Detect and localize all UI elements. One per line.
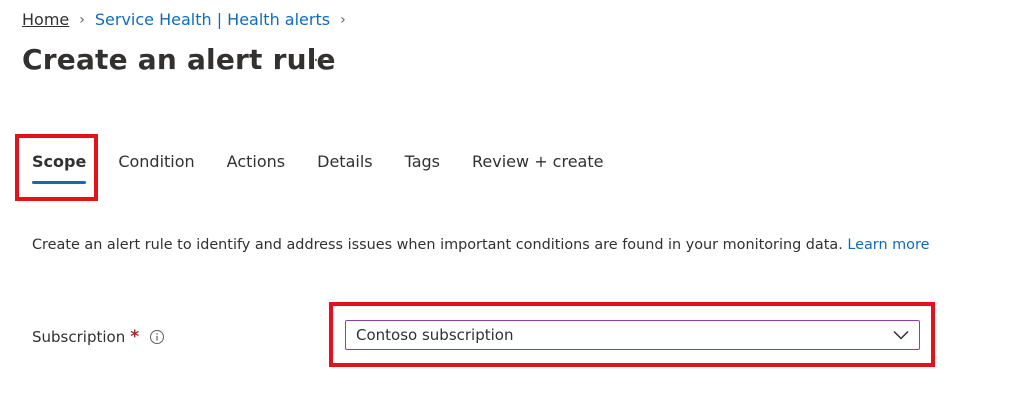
tab-tags[interactable]: Tags [405,152,440,186]
breadcrumb-home-link[interactable]: Home [22,10,69,29]
breadcrumb: Home › Service Health | Health alerts › [22,10,356,29]
chevron-right-icon: › [340,11,346,28]
page-title: Create an alert rule [22,43,336,76]
tab-list: Scope Condition Actions Details Tags Rev… [32,152,635,186]
chevron-right-icon: › [79,11,85,28]
chevron-down-icon [893,330,909,340]
tab-condition[interactable]: Condition [118,152,194,186]
tab-actions[interactable]: Actions [227,152,285,186]
description-body: Create an alert rule to identify and add… [32,237,843,253]
breadcrumb-health-alerts-link[interactable]: Service Health | Health alerts [95,10,330,29]
learn-more-link[interactable]: Learn more [847,237,929,253]
more-icon[interactable]: ··· [313,50,333,71]
tab-scope[interactable]: Scope [32,152,87,186]
tab-details[interactable]: Details [317,152,372,186]
required-marker: * [130,327,140,347]
subscription-label: Subscription * [32,327,165,347]
info-icon[interactable] [149,329,165,345]
tab-review-create[interactable]: Review + create [472,152,603,186]
description-text: Create an alert rule to identify and add… [32,237,929,253]
subscription-dropdown[interactable]: Contoso subscription [345,320,920,350]
subscription-label-text: Subscription [32,328,126,346]
subscription-dropdown-value: Contoso subscription [356,326,514,344]
